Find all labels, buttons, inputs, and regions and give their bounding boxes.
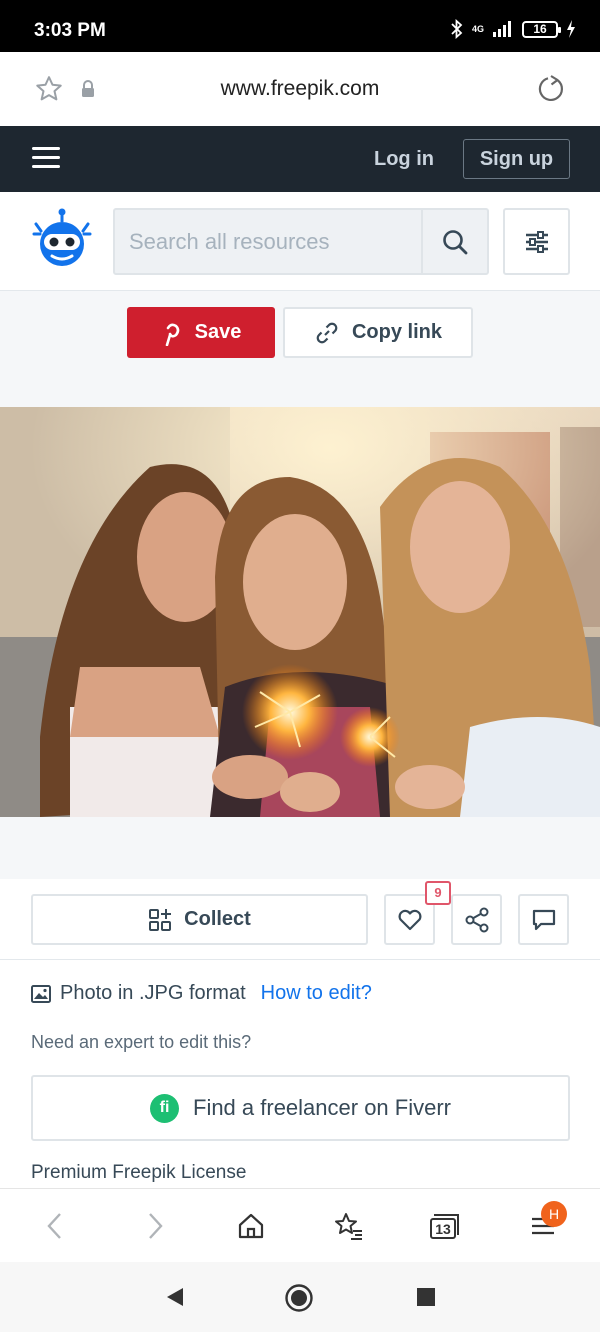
nav-home-icon[interactable] xyxy=(284,1283,314,1313)
menu-icon[interactable] xyxy=(32,147,60,169)
format-row: Photo in .JPG format How to edit? xyxy=(31,982,372,1005)
signup-button[interactable]: Sign up xyxy=(463,139,570,179)
copy-link-label: Copy link xyxy=(351,321,442,343)
search-box xyxy=(113,208,489,275)
fiverr-button[interactable]: fi Find a freelancer on Fiverr xyxy=(31,1075,570,1141)
heart-icon xyxy=(398,909,421,930)
search-input[interactable] xyxy=(115,210,423,273)
comment-icon xyxy=(532,909,555,930)
status-bar: 3:03 PM 4G 16 xyxy=(0,0,600,52)
address-bar: www.freepik.com xyxy=(0,52,600,126)
back-button[interactable] xyxy=(37,1208,73,1244)
url-text[interactable]: www.freepik.com xyxy=(0,77,600,101)
forward-button[interactable] xyxy=(137,1208,173,1244)
tabs-button[interactable]: 13 xyxy=(427,1208,463,1244)
battery-indicator: 16 xyxy=(522,20,561,38)
expert-prompt: Need an expert to edit this? xyxy=(31,1032,252,1052)
pinterest-icon xyxy=(165,323,179,346)
status-time: 3:03 PM xyxy=(34,20,106,41)
image-icon xyxy=(31,984,51,1003)
comment-button[interactable] xyxy=(518,894,569,945)
main-photo[interactable] xyxy=(0,407,600,817)
signal-icon xyxy=(493,21,511,37)
share-button[interactable] xyxy=(451,894,502,945)
pinterest-save-button[interactable]: Save xyxy=(127,307,275,358)
fiverr-logo-icon: fi xyxy=(150,1093,179,1123)
photo-illustration xyxy=(0,407,600,817)
freepik-logo-icon[interactable] xyxy=(30,206,94,270)
reload-icon[interactable] xyxy=(536,74,566,104)
browser-toolbar: 13 H xyxy=(0,1188,600,1262)
how-to-edit-link[interactable]: How to edit? xyxy=(261,982,372,1005)
photo-footer-spacer xyxy=(0,817,600,879)
save-label: Save xyxy=(194,321,242,343)
section-divider xyxy=(0,959,600,960)
nav-back-icon[interactable] xyxy=(164,1286,186,1308)
search-button[interactable] xyxy=(421,210,487,273)
filters-button[interactable] xyxy=(503,208,570,275)
collect-label: Collect xyxy=(184,908,251,930)
share-icon xyxy=(465,907,488,932)
license-title: Premium Freepik License xyxy=(31,1162,247,1183)
sliders-icon xyxy=(525,230,548,253)
charging-icon xyxy=(567,20,575,38)
network-type: 4G xyxy=(471,23,484,34)
star-list-icon xyxy=(335,1213,362,1240)
system-nav-bar xyxy=(0,1262,600,1332)
home-icon xyxy=(238,1213,264,1239)
site-header: Log in Sign up xyxy=(0,126,600,192)
search-row xyxy=(0,192,600,291)
format-text: Photo in .JPG format xyxy=(60,982,246,1004)
chevron-right-icon xyxy=(149,1213,163,1239)
profile-badge: H xyxy=(541,1201,567,1227)
bluetooth-icon xyxy=(451,19,463,39)
collection-add-icon xyxy=(149,908,172,931)
fiverr-label: Find a freelancer on Fiverr xyxy=(193,1095,451,1120)
tabs-icon: 13 xyxy=(430,1214,459,1239)
link-icon xyxy=(316,322,338,343)
bookmarks-button[interactable] xyxy=(330,1208,366,1244)
share-area: Save Copy link xyxy=(0,291,600,407)
like-count-badge: 9 xyxy=(425,881,451,905)
home-button[interactable] xyxy=(233,1208,269,1244)
copy-link-button[interactable]: Copy link xyxy=(283,307,473,358)
collect-button[interactable]: Collect xyxy=(31,894,368,945)
status-icons: 4G 16 xyxy=(450,19,576,39)
nav-recents-icon[interactable] xyxy=(416,1287,436,1307)
tabs-count: 13 xyxy=(435,1221,451,1237)
login-link[interactable]: Log in xyxy=(374,148,434,171)
chevron-left-icon xyxy=(47,1213,61,1239)
search-icon xyxy=(443,229,468,254)
